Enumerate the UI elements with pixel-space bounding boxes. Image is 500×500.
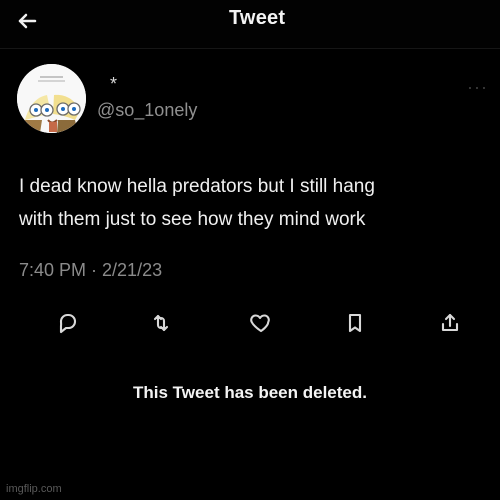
tweet-text: I dead know hella predators but I still … [19,170,484,236]
reply-button[interactable] [52,307,84,339]
more-options-button[interactable]: ··· [467,78,488,96]
tweet-timestamp[interactable]: 7:40 PM · 2/21/23 [19,260,162,281]
tweet-text-line-1: I dead know hella predators but I still … [19,176,375,197]
like-button[interactable] [245,307,277,339]
deleted-tweet-notice: This Tweet has been deleted. [133,383,367,402]
back-button[interactable] [12,6,42,36]
more-horizontal-icon: ··· [467,77,488,97]
bookmark-icon [348,313,362,333]
top-navigation-bar: Tweet [0,0,500,49]
tweet-text-line-2: with them just to see how they mind work [19,209,366,230]
watermark: imgflip.com [6,483,62,495]
avatar[interactable] [17,64,86,133]
retweet-icon [153,314,169,332]
username-handle[interactable]: @so_1onely [97,100,197,121]
share-icon [441,313,459,332]
reply-icon [59,313,77,334]
heart-icon [250,314,270,333]
page-title: Tweet [229,7,286,29]
tweet-action-bar [0,307,500,339]
display-name[interactable]: * [110,74,117,95]
retweet-button[interactable] [145,307,177,339]
cartoon-avatar-icon [17,64,86,133]
bookmark-button[interactable] [339,307,371,339]
arrow-left-icon [18,13,37,29]
tweet-screen: Tweet ··· * @so_1onely I dead know hella… [0,0,500,500]
share-button[interactable] [434,307,466,339]
